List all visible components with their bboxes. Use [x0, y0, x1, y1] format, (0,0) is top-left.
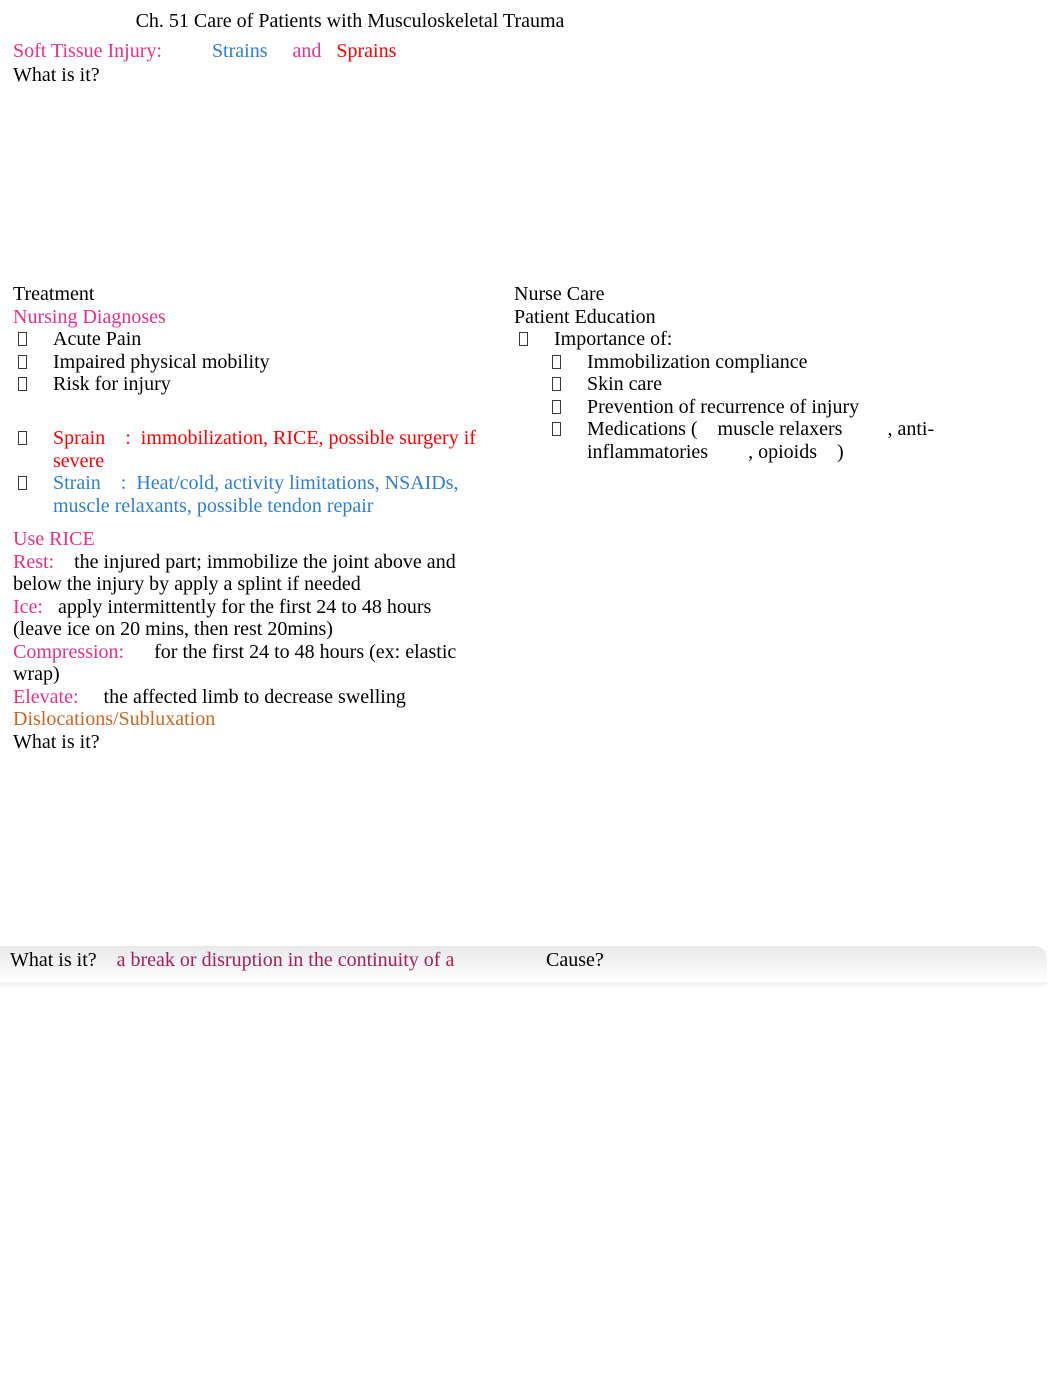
list-item: Prevention of recurrence of injury	[514, 396, 1034, 419]
list-item-strain: Strain : Heat/cold, activity limitations…	[13, 472, 493, 517]
dislocations-subluxation-heading: Dislocations/Subluxation	[13, 708, 216, 730]
what-is-it-prompt-dislocation: What is it?	[13, 731, 100, 753]
gap-strain	[101, 472, 121, 494]
list-item: Medications ( muscle relaxers , anti-inf…	[514, 418, 1034, 463]
gap-strain-2	[126, 472, 136, 494]
patient-education-heading: Patient Education	[514, 305, 656, 328]
nursing-diagnoses-heading: Nursing Diagnoses	[13, 305, 166, 328]
missing-glyph-bullet-icon	[552, 399, 561, 414]
compression-label: Compression:	[13, 640, 125, 663]
gap-compression	[124, 641, 154, 663]
use-rice-heading: Use RICE	[13, 528, 95, 550]
banner-question-line: What is it? a break or disruption in the…	[10, 948, 454, 972]
rest-label: Rest:	[13, 550, 55, 573]
term-strains: Strains	[211, 40, 268, 62]
importance-of-label: Importance of:	[554, 328, 673, 350]
rest-text: the injured part; immobilize the joint a…	[13, 550, 461, 596]
rice-section: Use RICE Rest: the injured part; immobil…	[13, 528, 483, 708]
term-sprains: Sprains	[336, 40, 397, 62]
list-item-importance: Importance of:	[514, 328, 1034, 351]
soft-tissue-injury-heading: Soft Tissue Injury: Strains and Sprains	[13, 38, 396, 64]
list-item: Immobilization compliance	[514, 351, 1034, 374]
missing-glyph-bullet-icon	[18, 377, 27, 391]
education-item-label: Immobilization compliance	[587, 350, 808, 373]
gap-3	[321, 40, 336, 62]
missing-glyph-bullet-icon	[18, 431, 27, 445]
what-is-it-prompt-top: What is it?	[13, 64, 100, 86]
conjunction-and: and	[292, 40, 322, 62]
strain-entry: Strain : Heat/cold, activity limitations…	[53, 472, 493, 517]
soft-tissue-injury-label: Soft Tissue Injury:	[13, 40, 162, 62]
missing-glyph-bullet-icon	[519, 332, 528, 346]
missing-glyph-bullet-icon	[552, 377, 561, 391]
banner-answer-text: a break or disruption in the continuity …	[116, 949, 455, 971]
ice-line: Ice: apply intermittently for the first …	[13, 596, 483, 641]
gap-sprain-2	[131, 427, 141, 449]
gap-banner	[97, 949, 117, 971]
right-column: Nurse Care Patient Education Importance …	[514, 283, 1034, 463]
list-item: Risk for injury	[13, 373, 493, 396]
missing-glyph-bullet-icon	[552, 422, 561, 436]
education-item-label: Prevention of recurrence of injury	[587, 395, 860, 418]
list-item-sprain: Sprain : immobilization, RICE, possible …	[13, 427, 493, 472]
missing-glyph-bullet-icon	[18, 354, 27, 369]
list-item: Impaired physical mobility	[13, 351, 493, 374]
banner-cause-prompt: Cause?	[546, 949, 604, 971]
missing-glyph-bullet-icon	[18, 332, 27, 346]
left-column: Treatment Nursing Diagnoses Acute Pain I…	[13, 283, 493, 517]
gap-sprain	[105, 427, 125, 449]
compression-line: Compression: for the first 24 to 48 hour…	[13, 641, 483, 686]
elevate-label: Elevate:	[13, 685, 79, 708]
rest-line: Rest: the injured part; immobilize the j…	[13, 551, 483, 596]
gap-1	[162, 40, 212, 62]
gap-ice	[43, 596, 58, 618]
elevate-line: Elevate: the affected limb to decrease s…	[13, 686, 483, 709]
diagnosis-label: Risk for injury	[53, 373, 171, 395]
diagnosis-label: Acute Pain	[53, 328, 142, 350]
missing-glyph-bullet-icon	[552, 354, 561, 369]
sprain-label: Sprain	[53, 427, 106, 449]
treatment-heading: Treatment	[13, 283, 95, 305]
strain-label: Strain	[53, 472, 101, 494]
nurse-care-heading: Nurse Care	[514, 283, 605, 305]
document-page: Ch. 51 Care of Patients with Musculoskel…	[0, 0, 1062, 1377]
gap-2	[268, 40, 293, 62]
sprain-entry: Sprain : immobilization, RICE, possible …	[53, 427, 493, 472]
diagnosis-label: Impaired physical mobility	[53, 350, 270, 373]
ice-label: Ice:	[13, 595, 43, 618]
list-spacer-2	[13, 418, 493, 427]
list-item: Skin care	[514, 373, 1034, 396]
gap-elevate	[79, 686, 104, 708]
list-item: Acute Pain	[13, 328, 493, 351]
banner-what-is-it-label: What is it?	[10, 949, 97, 971]
education-item-label: Medications ( muscle relaxers , anti-inf…	[587, 418, 935, 463]
ice-text: apply intermittently for the first 24 to…	[13, 595, 437, 641]
elevate-text: the affected limb to decrease swelling	[103, 685, 406, 708]
gap-rest	[54, 551, 74, 573]
page-title: Ch. 51 Care of Patients with Musculoskel…	[135, 10, 565, 32]
banner-drop-shadow	[0, 982, 1047, 989]
missing-glyph-bullet-icon	[18, 476, 27, 490]
education-item-label: Skin care	[587, 373, 662, 395]
